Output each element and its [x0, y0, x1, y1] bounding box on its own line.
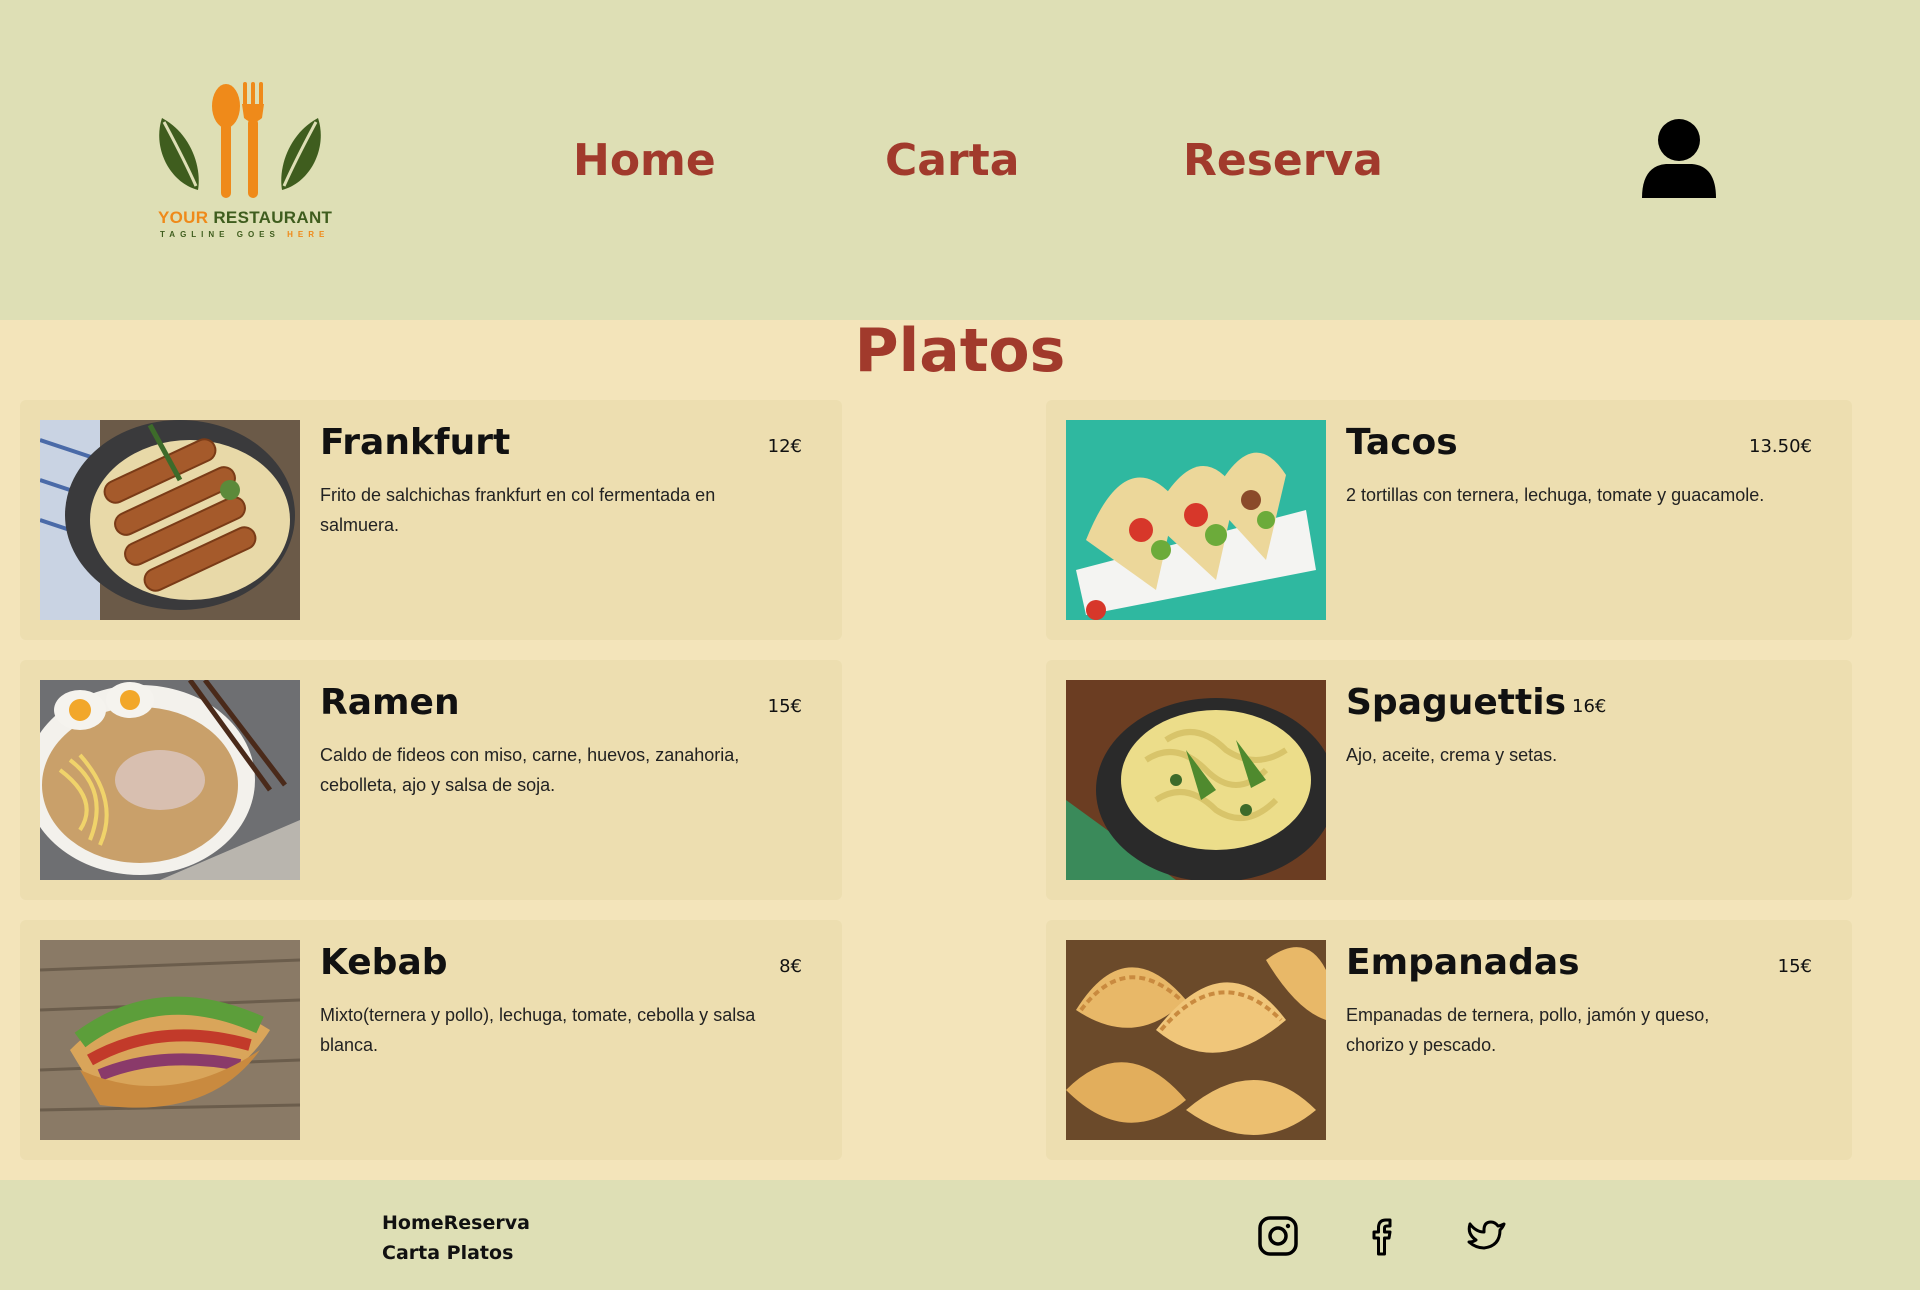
dish-photo-frankfurt — [40, 420, 300, 620]
site-footer: HomeReserva Carta Platos — [0, 1180, 1920, 1290]
nav-carta-link[interactable]: Carta — [885, 135, 1019, 186]
dish-name: Ramen — [320, 682, 460, 723]
dish-card-ramen[interactable]: Ramen 15€ Caldo de fideos con miso, carn… — [20, 660, 842, 900]
restaurant-logo[interactable]: YOUR RESTAURANT TAGLINE GOES HERE — [150, 78, 332, 248]
dish-photo-tacos — [1066, 420, 1326, 620]
dish-card-kebab[interactable]: Kebab 8€ Mixto(ternera y pollo), lechuga… — [20, 920, 842, 1160]
nav-reserva-link[interactable]: Reserva — [1183, 135, 1383, 186]
dish-photo-kebab — [40, 940, 300, 1140]
dish-photo-empanadas — [1066, 940, 1326, 1140]
dish-card-frankfurt[interactable]: Frankfurt 12€ Frito de salchichas frankf… — [20, 400, 842, 640]
instagram-icon[interactable] — [1256, 1214, 1300, 1258]
footer-carta-link[interactable]: Carta — [382, 1242, 440, 1264]
dish-description: Mixto(ternera y pollo), lechuga, tomate,… — [320, 1005, 756, 1055]
logo-brand-first: YOUR — [158, 208, 209, 227]
dish-price: 12€ — [767, 436, 802, 457]
dish-description: Frito de salchichas frankfurt en col fer… — [320, 485, 716, 535]
logo-brand-second: RESTAURANT — [213, 208, 333, 227]
dish-description: Empanadas de ternera, pollo, jamón y que… — [1346, 1005, 1710, 1055]
restaurant-logo-icon — [159, 82, 321, 198]
dish-name: Tacos — [1346, 422, 1458, 463]
site-header: YOUR RESTAURANT TAGLINE GOES HERE Home C… — [0, 0, 1920, 320]
nav-home-link[interactable]: Home — [573, 135, 716, 186]
dish-price: 16€ — [1572, 696, 1607, 717]
dish-photo-spaguettis — [1066, 680, 1326, 880]
footer-reserva-link[interactable]: Reserva — [444, 1212, 530, 1234]
dish-price: 8€ — [779, 956, 802, 977]
logo-tagline-main: TAGLINE GOES — [160, 230, 280, 239]
dish-photo-ramen — [40, 680, 300, 880]
twitter-icon[interactable] — [1464, 1214, 1508, 1258]
dish-price: 15€ — [1777, 956, 1812, 977]
footer-platos-link[interactable]: Platos — [447, 1242, 514, 1264]
dish-price: 13.50€ — [1749, 436, 1812, 457]
dish-description: 2 tortillas con ternera, lechuga, tomate… — [1346, 485, 1765, 505]
dish-card-spaguettis[interactable]: Spaguettis 16€ Ajo, aceite, crema y seta… — [1046, 660, 1852, 900]
logo-tagline: TAGLINE GOES HERE — [160, 230, 324, 239]
dish-name: Frankfurt — [320, 422, 511, 463]
logo-tagline-end: HERE — [287, 230, 330, 239]
dish-price: 15€ — [767, 696, 802, 717]
dish-name: Empanadas — [1346, 942, 1580, 983]
dish-description: Caldo de fideos con miso, carne, huevos,… — [320, 745, 740, 795]
dish-card-tacos[interactable]: Tacos 13.50€ 2 tortillas con ternera, le… — [1046, 400, 1852, 640]
footer-links: HomeReserva Carta Platos — [382, 1208, 530, 1268]
facebook-icon[interactable] — [1360, 1214, 1404, 1258]
dish-name: Spaguettis — [1346, 682, 1566, 723]
logo-brand-text: YOUR RESTAURANT — [158, 208, 332, 228]
dish-name: Kebab — [320, 942, 448, 983]
user-icon[interactable] — [1640, 118, 1718, 200]
dish-description: Ajo, aceite, crema y setas. — [1346, 745, 1558, 765]
page-title: Platos — [854, 316, 1066, 386]
footer-home-link[interactable]: Home — [382, 1212, 444, 1234]
dish-card-empanadas[interactable]: Empanadas 15€ Empanadas de ternera, poll… — [1046, 920, 1852, 1160]
